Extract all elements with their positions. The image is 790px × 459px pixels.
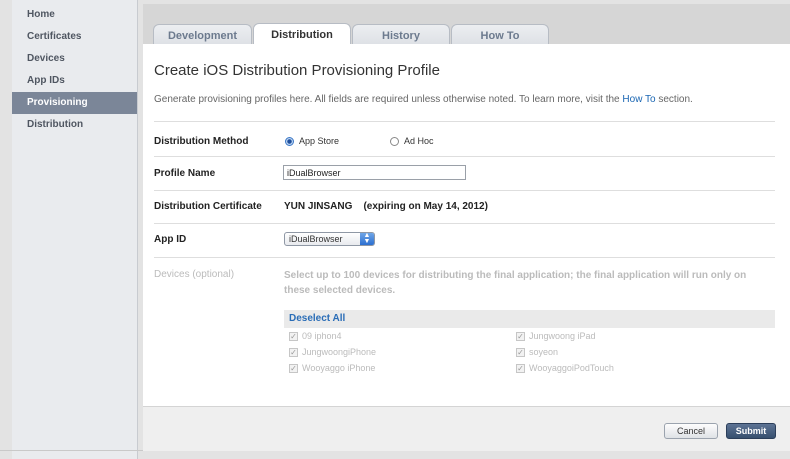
distribution-method-label: Distribution Method	[154, 136, 249, 147]
distribution-certificate-label: Distribution Certificate	[154, 201, 262, 212]
page-title: Create iOS Distribution Provisioning Pro…	[154, 62, 440, 79]
checkbox-checked-icon: ✓	[289, 363, 298, 373]
divider	[154, 190, 775, 191]
radio-ad-hoc[interactable]: Ad Hoc	[390, 136, 434, 146]
device-name: JungwoongiPhone	[302, 347, 377, 357]
select-arrows-icon: ▲ ▼	[360, 232, 374, 245]
checkbox-checked-icon: ✓	[516, 347, 525, 357]
profile-name-field[interactable]	[283, 165, 466, 180]
form-footer: Cancel Submit	[143, 406, 790, 451]
sidebar-item-distribution[interactable]: Distribution	[12, 114, 137, 136]
divider	[154, 223, 775, 224]
app-id-select[interactable]: iDualBrowser ▲ ▼	[284, 232, 375, 246]
device-checkbox[interactable]: ✓ 09 iphon4	[289, 331, 342, 341]
app-id-label: App ID	[154, 234, 187, 245]
radio-unselected-icon	[390, 136, 399, 146]
intro-text-body: Generate provisioning profiles here. All…	[154, 94, 620, 105]
tab-bar: Development Distribution History How To	[143, 4, 790, 48]
sidebar-item-app-ids[interactable]: App IDs	[12, 70, 137, 92]
sidebar-item-devices[interactable]: Devices	[12, 48, 137, 70]
app-id-selected-value: iDualBrowser	[289, 234, 343, 244]
cancel-button[interactable]: Cancel	[664, 423, 718, 439]
checkbox-checked-icon: ✓	[516, 363, 525, 373]
divider	[154, 257, 775, 258]
devices-label: Devices (optional)	[154, 269, 235, 280]
device-checkbox[interactable]: ✓ Wooyaggo iPhone	[289, 363, 375, 373]
device-list: Deselect All ✓ 09 iphon4 ✓ Jungwoong iPa…	[284, 310, 775, 384]
device-name: Jungwoong iPad	[529, 331, 596, 341]
how-to-link[interactable]: How To	[622, 94, 655, 105]
devices-help-text: Select up to 100 devices for distributin…	[284, 270, 747, 296]
device-checkbox[interactable]: ✓ Jungwoong iPad	[516, 331, 596, 341]
submit-button[interactable]: Submit	[726, 423, 776, 439]
device-checkbox[interactable]: ✓ JungwoongiPhone	[289, 347, 376, 357]
device-checkbox[interactable]: ✓ WooyaggoiPodTouch	[516, 363, 614, 373]
distribution-certificate-value: YUN JINSANG (expiring on May 14, 2012)	[284, 201, 488, 212]
device-name: Wooyaggo iPhone	[302, 363, 376, 373]
intro-text: Generate provisioning profiles here. All…	[154, 94, 693, 105]
divider	[154, 156, 775, 157]
main-panel: Create iOS Distribution Provisioning Pro…	[143, 44, 790, 406]
divider	[154, 121, 775, 122]
device-name: soyeon	[529, 347, 559, 357]
sidebar-item-home[interactable]: Home	[12, 4, 137, 26]
checkbox-checked-icon: ✓	[516, 331, 525, 341]
checkbox-checked-icon: ✓	[289, 347, 298, 357]
checkbox-checked-icon: ✓	[289, 331, 298, 341]
radio-ad-hoc-label: Ad Hoc	[404, 136, 434, 146]
device-name: 09 iphon4	[302, 331, 342, 341]
deselect-all-link[interactable]: Deselect All	[284, 310, 775, 328]
device-checkbox[interactable]: ✓ soyeon	[516, 347, 558, 357]
sidebar-item-provisioning[interactable]: Provisioning	[12, 92, 137, 114]
profile-name-label: Profile Name	[154, 168, 216, 179]
radio-app-store[interactable]: App Store	[285, 136, 339, 146]
sidebar-item-certificates[interactable]: Certificates	[12, 26, 137, 48]
device-name: WooyaggoiPodTouch	[529, 363, 614, 373]
radio-selected-icon	[285, 136, 294, 146]
sidebar: Home Certificates Devices App IDs Provis…	[12, 0, 138, 459]
intro-text-suffix: section.	[658, 94, 693, 105]
radio-app-store-label: App Store	[299, 136, 340, 146]
